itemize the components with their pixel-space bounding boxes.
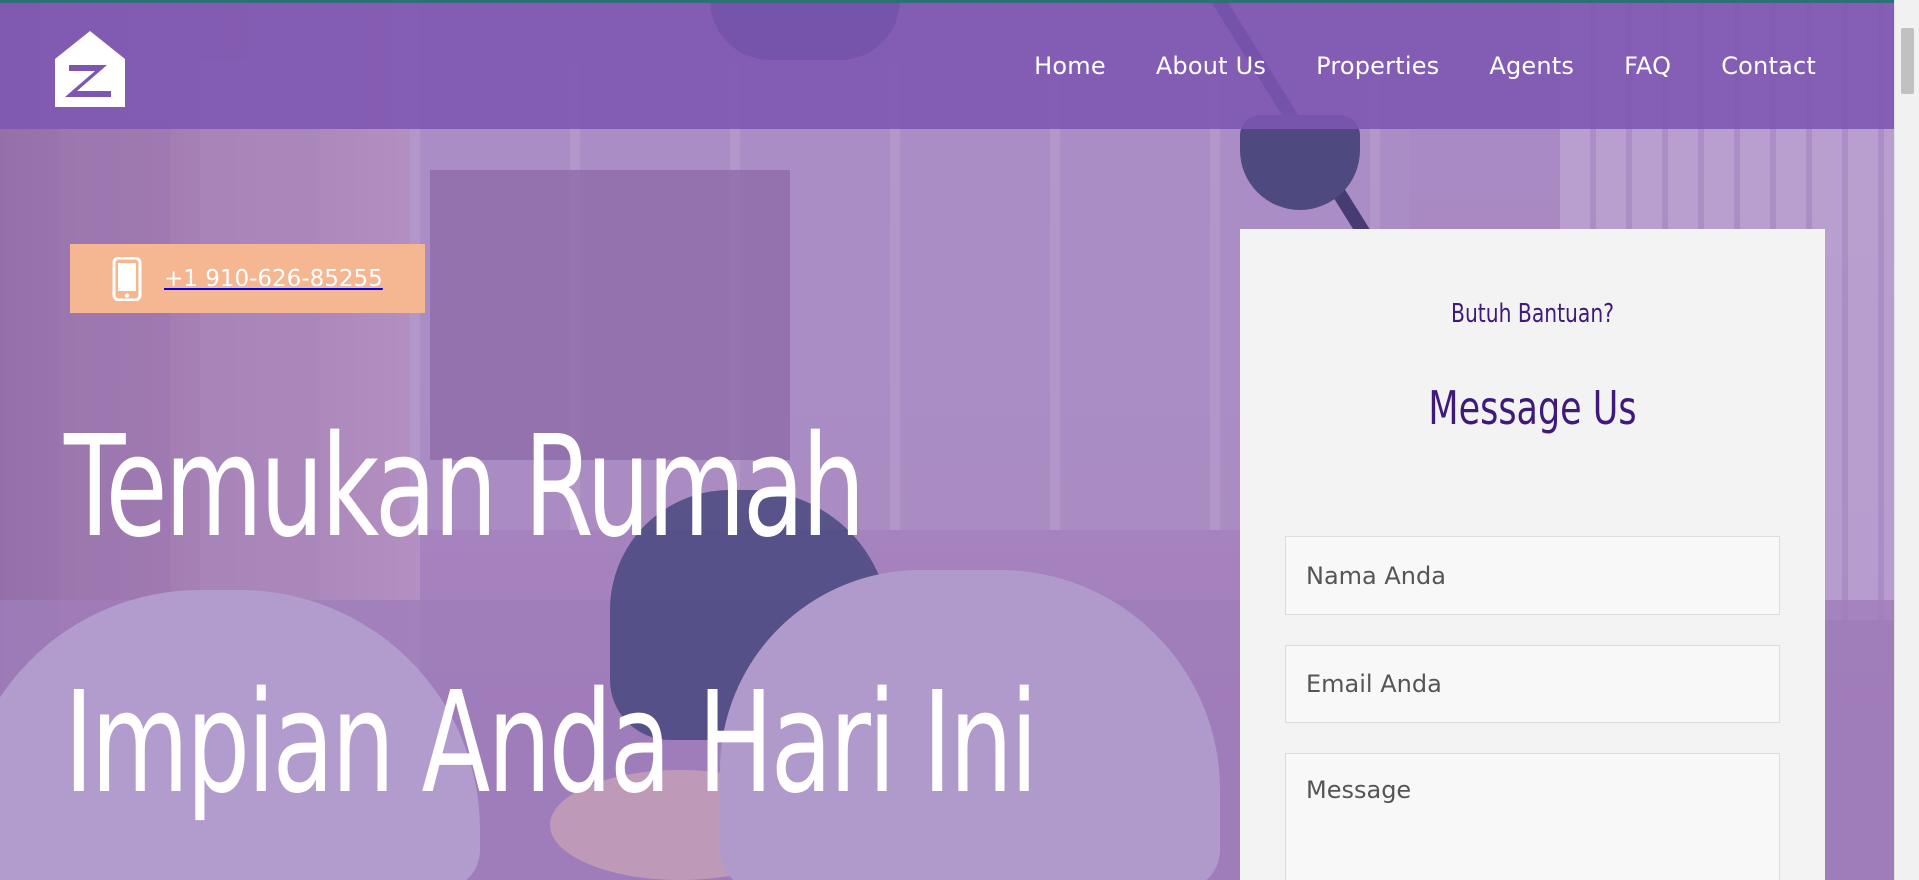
nav-faq[interactable]: FAQ: [1624, 52, 1671, 80]
nav-home[interactable]: Home: [1034, 52, 1106, 80]
help-text: Butuh Bantuan?: [1451, 299, 1614, 329]
top-accent-line: [0, 0, 1919, 3]
form-title: Message Us: [1428, 381, 1637, 435]
nav-contact[interactable]: Contact: [1721, 52, 1816, 80]
message-field[interactable]: [1285, 753, 1780, 880]
site-header: Home About Us Properties Agents FAQ Cont…: [0, 3, 1894, 129]
hero-title: Temukan Rumah Impian Anda Hari Ini: [64, 360, 1038, 872]
email-field[interactable]: [1285, 645, 1780, 723]
hero-title-line-2: Impian Anda Hari Ini: [64, 662, 1038, 825]
nav-properties[interactable]: Properties: [1316, 52, 1439, 80]
phone-badge[interactable]: +1 910-626-85255: [70, 244, 425, 313]
mobile-phone-icon: [112, 256, 142, 301]
phone-number: +1 910-626-85255: [164, 265, 383, 292]
name-field[interactable]: [1285, 536, 1780, 615]
nav-about-us[interactable]: About Us: [1156, 52, 1266, 80]
page-scrollbar[interactable]: [1894, 0, 1919, 880]
contact-form-panel: Butuh Bantuan? Message Us: [1240, 229, 1825, 880]
house-z-logo-icon[interactable]: [55, 31, 125, 107]
hero-title-line-1: Temukan Rumah: [64, 406, 866, 569]
scrollbar-thumb[interactable]: [1901, 28, 1914, 94]
main-nav: Home About Us Properties Agents FAQ Cont…: [984, 3, 1816, 129]
nav-agents[interactable]: Agents: [1489, 52, 1574, 80]
